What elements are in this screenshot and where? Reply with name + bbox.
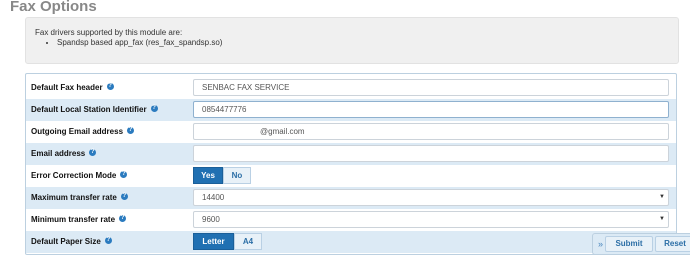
help-icon[interactable]: ?	[120, 171, 128, 179]
help-icon[interactable]: ?	[127, 127, 135, 135]
submit-button[interactable]: Submit	[605, 236, 653, 252]
help-icon[interactable]: ?	[106, 83, 114, 91]
driver-list: Spandsp based app_fax (res_fax_spandsp.s…	[35, 38, 678, 48]
row-email: Email address?	[26, 143, 676, 165]
paper-a4-button[interactable]: A4	[234, 233, 262, 250]
driver-item: Spandsp based app_fax (res_fax_spandsp.s…	[57, 38, 678, 48]
min-rate-select[interactable]: 9600 ▼	[193, 211, 669, 228]
collapse-icon[interactable]: »	[598, 234, 603, 254]
max-rate-select[interactable]: 14400 ▼	[193, 189, 669, 206]
min-rate-value: 9600	[202, 215, 220, 224]
fax-header-input[interactable]	[193, 79, 669, 96]
paper-letter-button[interactable]: Letter	[193, 233, 234, 250]
help-icon[interactable]: ?	[119, 215, 127, 223]
row-paper-size: Default Paper Size? Letter A4	[26, 231, 676, 253]
fax-header-label: Default Fax header?	[31, 83, 114, 92]
row-outgoing-email: Outgoing Email address?	[26, 121, 676, 143]
caret-down-icon: ▼	[659, 216, 665, 222]
help-icon[interactable]: ?	[89, 149, 97, 157]
ecm-yes-button[interactable]: Yes	[193, 167, 223, 184]
info-box: Fax drivers supported by this module are…	[25, 17, 679, 64]
row-min-rate: Minimum transfer rate? 9600 ▼	[26, 209, 676, 231]
row-fax-header: Default Fax header?	[26, 77, 676, 99]
ecm-label: Error Correction Mode?	[31, 171, 128, 180]
row-max-rate: Maximum transfer rate? 14400 ▼	[26, 187, 676, 209]
action-bar: » Submit Reset	[592, 233, 690, 255]
email-input[interactable]	[193, 145, 669, 162]
page-title: Fax Options	[10, 0, 97, 15]
station-id-label: Default Local Station Identifier?	[31, 105, 158, 114]
info-intro: Fax drivers supported by this module are…	[35, 28, 183, 37]
fax-options-form: Default Fax header? Default Local Statio…	[25, 73, 677, 255]
caret-down-icon: ▼	[659, 194, 665, 200]
ecm-no-button[interactable]: No	[223, 167, 251, 184]
paper-size-toggle: Letter A4	[193, 233, 262, 250]
ecm-toggle: Yes No	[193, 167, 251, 184]
max-rate-value: 14400	[202, 193, 225, 202]
email-label: Email address?	[31, 149, 97, 158]
max-rate-label: Maximum transfer rate?	[31, 193, 128, 202]
help-icon[interactable]: ?	[120, 193, 128, 201]
help-icon[interactable]: ?	[104, 237, 112, 245]
outgoing-email-input[interactable]	[193, 123, 669, 140]
paper-size-label: Default Paper Size?	[31, 237, 112, 246]
help-icon[interactable]: ?	[150, 105, 158, 113]
min-rate-label: Minimum transfer rate?	[31, 215, 127, 224]
outgoing-email-label: Outgoing Email address?	[31, 127, 135, 136]
row-ecm: Error Correction Mode? Yes No	[26, 165, 676, 187]
station-id-input[interactable]	[193, 101, 669, 118]
row-station-id: Default Local Station Identifier?	[26, 99, 676, 121]
reset-button[interactable]: Reset	[655, 236, 690, 252]
